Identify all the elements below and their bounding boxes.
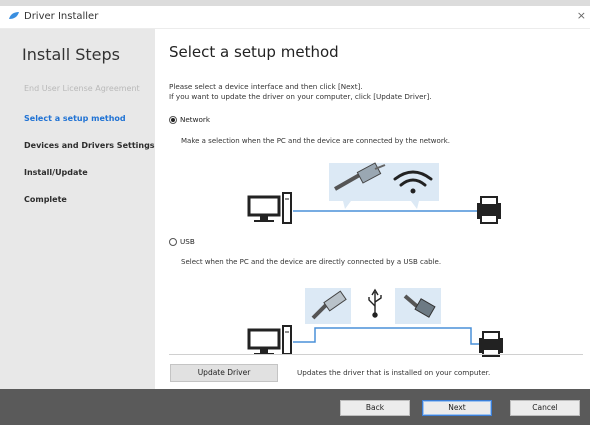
step-select-setup-method: Select a setup method <box>24 114 126 123</box>
radio-icon[interactable] <box>169 237 177 246</box>
step-devices-drivers-settings: Devices and Drivers Settings <box>24 141 155 150</box>
printer-icon <box>477 196 501 224</box>
computer-icon <box>247 325 292 355</box>
title-bar: Driver Installer × <box>0 6 590 29</box>
printer-icon <box>479 331 503 357</box>
computer-icon <box>247 192 292 224</box>
step-complete: Complete <box>24 195 67 204</box>
network-option-label: Network <box>180 115 211 124</box>
usb-symbol-icon <box>368 288 382 318</box>
radio-icon[interactable] <box>169 115 177 124</box>
usb-option-description: Select when the PC and the device are di… <box>181 258 442 266</box>
window-title: Driver Installer <box>24 11 99 22</box>
page-title: Select a setup method <box>169 43 339 61</box>
install-steps-sidebar: Install Steps End User License Agreement… <box>0 29 155 389</box>
update-driver-description: Updates the driver that is installed on … <box>297 368 491 377</box>
step-license-agreement: End User License Agreement <box>24 84 140 93</box>
usb-option[interactable]: USB <box>169 237 195 246</box>
main-panel: Select a setup method Please select a de… <box>155 29 590 389</box>
instruction-line-2: If you want to update the driver on your… <box>169 92 432 101</box>
usb-option-label: USB <box>180 237 195 246</box>
update-driver-button[interactable]: Update Driver <box>170 364 278 382</box>
installer-logo-icon <box>9 12 19 19</box>
sidebar-heading: Install Steps <box>22 45 121 64</box>
step-install-update: Install/Update <box>24 168 88 177</box>
usb-illustration <box>247 288 503 357</box>
network-option[interactable]: Network <box>169 115 210 124</box>
back-button[interactable]: Back <box>340 400 410 416</box>
network-option-description: Make a selection when the PC and the dev… <box>181 137 450 145</box>
network-illustration <box>247 162 501 224</box>
footer-bar: Back Next Cancel <box>0 389 590 425</box>
divider <box>169 354 583 355</box>
cancel-button[interactable]: Cancel <box>510 400 580 416</box>
close-icon[interactable]: × <box>577 9 586 22</box>
instruction-line-1: Please select a device interface and the… <box>169 82 363 91</box>
next-button[interactable]: Next <box>422 400 492 416</box>
